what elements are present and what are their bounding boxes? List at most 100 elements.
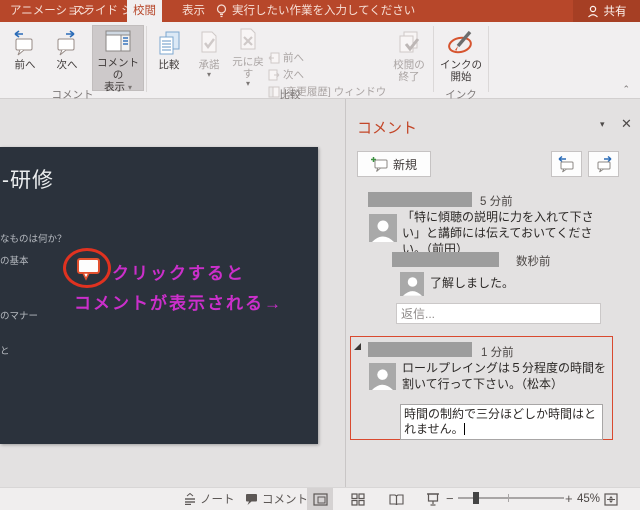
zoom-slider-center-tick [508, 494, 509, 502]
comment-author-redacted [368, 342, 472, 357]
share-label: 共有 [604, 3, 627, 19]
person-icon [587, 5, 599, 18]
compare-button[interactable]: 比較 [152, 26, 186, 88]
show-comments-button[interactable]: コメントの 表示 ▾ [92, 25, 144, 91]
zoom-in-button[interactable]: + [565, 491, 573, 506]
red-circle-annotation [63, 248, 111, 288]
slideshow-icon [426, 493, 440, 506]
accept-button[interactable]: 承諾 ▾ [192, 26, 226, 88]
comments-icon [245, 493, 258, 505]
next-change-icon [268, 69, 280, 81]
start-inking-button[interactable]: インクの 開始 [438, 26, 484, 88]
show-comments-icon [104, 28, 132, 54]
tab-view[interactable]: 表示 [176, 0, 211, 22]
slide-sorter-view-button[interactable] [345, 488, 371, 510]
slide-text-fragment: なものは何か？ [0, 231, 67, 245]
next-comment-icon [54, 26, 80, 56]
previous-change-label: 前へ [283, 50, 304, 65]
previous-comment-button[interactable]: 前へ [6, 26, 44, 88]
show-comments-label-line1: コメントの [93, 57, 143, 81]
notes-label: ノート [200, 491, 235, 507]
normal-view-button[interactable] [307, 488, 333, 510]
slideshow-view-button[interactable] [420, 488, 446, 510]
accept-icon [197, 26, 221, 56]
reject-button[interactable]: 元に戻す ▾ [228, 26, 268, 88]
pane-close-icon[interactable]: ✕ [621, 116, 632, 132]
avatar [369, 363, 396, 390]
new-comment-icon [371, 157, 388, 172]
fit-to-window-icon [604, 493, 618, 506]
avatar [400, 272, 424, 296]
comment-author-redacted [368, 192, 472, 207]
next-comment-pane-icon [594, 156, 613, 173]
share-button[interactable]: 共有 [573, 0, 640, 22]
ribbon-tab-bar: アニメーション スライド ショー 校閲 表示 実行したい作業を入力してください … [0, 0, 640, 22]
comments-label: コメント [262, 491, 308, 507]
notes-icon [184, 493, 196, 505]
collapse-ribbon-button[interactable]: ⌃ [622, 84, 630, 95]
fit-to-window-button[interactable] [600, 488, 622, 510]
person-silhouette-icon [372, 218, 394, 242]
next-comment-label: 次へ [57, 59, 78, 71]
tell-me-box[interactable]: 実行したい作業を入力してください [216, 0, 415, 22]
slide-sorter-icon [351, 493, 365, 506]
notes-toggle-button[interactable]: ノート [184, 488, 235, 510]
next-comment-button[interactable]: 次へ [48, 26, 86, 88]
slide-canvas[interactable]: -研修 なものは何か？ の基本 のマナー と クリックすると コメントが表示され… [0, 147, 318, 444]
next-comment-pane-button[interactable] [588, 151, 619, 177]
slide-text-fragment: のマナー [0, 308, 38, 322]
comment-timestamp: 数秒前 [516, 253, 551, 269]
compare-label: 比較 [159, 59, 180, 71]
annotation-text-line1: クリックすると [112, 259, 245, 284]
ribbon: 前へ 次へ コメントの 表示 ▾ コメント 比較 [0, 22, 640, 99]
comment-author-redacted [392, 252, 499, 267]
comment-text: ロールプレイングは５分程度の時間を割いて行って下さい。（松本） [402, 360, 610, 392]
group-separator [433, 26, 434, 92]
comment-timestamp: 1 分前 [481, 344, 514, 360]
comment-text: 「特に傾聴の説明に力を入れて下さい」と講師には伝えておいてください。（前田） [402, 209, 610, 257]
comment-text: 了解しました。 [430, 275, 605, 291]
text-cursor [464, 423, 465, 435]
zoom-level[interactable]: 45% [577, 493, 600, 505]
reading-view-button[interactable] [383, 488, 409, 510]
comments-toggle-button[interactable]: コメント [245, 488, 308, 510]
start-inking-label-line2: 開始 [451, 71, 472, 83]
tab-review[interactable]: 校閲 [127, 0, 162, 22]
reply-input[interactable] [396, 303, 601, 324]
powerpoint-window: アニメーション スライド ショー 校閲 表示 実行したい作業を入力してください … [0, 0, 640, 510]
reply-draft-text: 時間の制約で三分ほどしか時間はとれません。 [404, 407, 596, 436]
workspace: -研修 なものは何か？ の基本 のマナー と クリックすると コメントが表示され… [0, 99, 640, 487]
tell-me-label: 実行したい作業を入力してください [232, 0, 415, 22]
slide-text-fragment: の基本 [0, 253, 29, 267]
group-separator [488, 26, 489, 92]
previous-comment-icon [12, 26, 38, 56]
reply-draft-input[interactable]: 時間の制約で三分ほどしか時間はとれません。 [400, 404, 603, 440]
previous-comment-pane-button[interactable] [551, 151, 582, 177]
pane-options-chevron-icon[interactable]: ▾ [600, 119, 605, 130]
avatar [369, 214, 397, 242]
previous-change-icon [268, 52, 280, 64]
previous-change-button[interactable]: 前へ [268, 50, 304, 65]
slide-text-fragment: と [0, 343, 10, 357]
slide-title-fragment: -研修 [2, 164, 54, 194]
reject-label: 元に戻す [228, 56, 268, 80]
reading-view-icon [389, 493, 404, 506]
lightbulb-icon [216, 4, 227, 18]
end-review-label-line2: 終了 [399, 71, 420, 83]
end-review-button[interactable]: 校閲の 終了 [388, 26, 430, 88]
zoom-out-button[interactable]: − [446, 491, 454, 506]
new-comment-label: 新規 [393, 156, 417, 173]
group-separator [146, 26, 147, 92]
zoom-slider-thumb[interactable] [473, 492, 479, 504]
dropdown-arrow-icon: ▾ [207, 71, 211, 79]
next-change-button[interactable]: 次へ [268, 67, 304, 82]
annotation-text-line2: コメントが表示される→ [74, 289, 283, 314]
pane-divider[interactable] [345, 99, 346, 487]
end-review-icon [396, 26, 422, 56]
next-change-label: 次へ [283, 67, 304, 82]
expand-triangle-icon[interactable] [354, 343, 361, 350]
new-comment-button[interactable]: 新規 [357, 151, 431, 177]
previous-comment-label: 前へ [15, 59, 36, 71]
compare-icon [156, 26, 182, 56]
comment-timestamp: 5 分前 [480, 193, 513, 209]
